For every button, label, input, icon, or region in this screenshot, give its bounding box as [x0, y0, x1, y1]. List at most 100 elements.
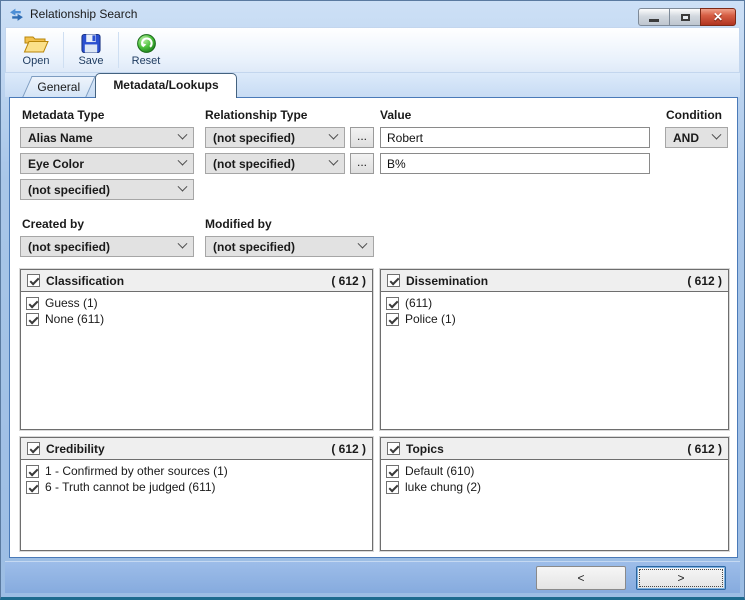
dissemination-panel: Dissemination ( 612 ) (611) Police (1) — [380, 269, 729, 430]
tab-strip: General Metadata/Lookups — [5, 73, 740, 98]
item-checkbox[interactable] — [386, 464, 399, 478]
open-button[interactable]: Open — [12, 29, 60, 71]
item-label: None (611) — [45, 312, 105, 326]
credibility-panel-header: Credibility ( 612 ) — [21, 438, 372, 460]
item-label: 1 - Confirmed by other sources (1) — [45, 464, 228, 478]
dissemination-panel-header: Dissemination ( 612 ) — [381, 270, 728, 292]
classification-select-all-checkbox[interactable] — [27, 274, 40, 287]
relationship-browse-button-1[interactable]: ... — [350, 127, 374, 148]
open-folder-icon — [23, 36, 49, 52]
chevron-down-icon — [177, 238, 188, 249]
list-item: luke chung (2) — [383, 479, 726, 495]
titlebar[interactable]: Relationship Search ✕ — [1, 1, 744, 27]
item-checkbox[interactable] — [26, 464, 39, 478]
metadata-type-select-2-value: Eye Color — [28, 156, 85, 171]
credibility-panel: Credibility ( 612 ) 1 - Confirmed by oth… — [20, 437, 373, 551]
item-checkbox[interactable] — [26, 480, 39, 494]
save-button[interactable]: Save — [67, 29, 115, 71]
classification-panel-header: Classification ( 612 ) — [21, 270, 372, 292]
relationship-browse-button-2[interactable]: ... — [350, 153, 374, 174]
item-checkbox[interactable] — [26, 312, 39, 326]
dissemination-panel-title: Dissemination — [406, 273, 489, 288]
metadata-type-select-1-value: Alias Name — [28, 130, 93, 145]
metadata-type-select-2[interactable]: Eye Color — [20, 153, 194, 174]
chevron-down-icon — [357, 238, 368, 249]
toolbar: Open Save Reset — [5, 27, 740, 73]
tab-general[interactable]: General — [22, 76, 96, 97]
modified-by-label: Modified by — [205, 217, 272, 231]
reset-button[interactable]: Reset — [122, 29, 170, 71]
credibility-panel-count: ( 612 ) — [331, 441, 366, 456]
credibility-panel-list: 1 - Confirmed by other sources (1) 6 - T… — [21, 460, 372, 498]
chevron-down-icon — [177, 155, 188, 166]
dissemination-panel-count: ( 612 ) — [687, 273, 722, 288]
topics-panel-count: ( 612 ) — [687, 441, 722, 456]
topics-panel-title: Topics — [406, 441, 444, 456]
value-input-1[interactable] — [380, 127, 650, 148]
save-floppy-icon — [81, 33, 101, 54]
created-by-label: Created by — [22, 217, 85, 231]
credibility-select-all-checkbox[interactable] — [27, 442, 40, 455]
item-checkbox[interactable] — [26, 296, 39, 310]
condition-label: Condition — [666, 108, 722, 122]
relationship-type-label: Relationship Type — [205, 108, 308, 122]
metadata-type-select-3[interactable]: (not specified) — [20, 179, 194, 200]
item-label: 6 - Truth cannot be judged (611) — [45, 480, 216, 494]
classification-panel-title: Classification — [46, 273, 125, 288]
item-label: Default (610) — [405, 464, 475, 478]
minimize-icon — [649, 19, 659, 22]
created-by-select-value: (not specified) — [28, 239, 111, 254]
dissemination-select-all-checkbox[interactable] — [387, 274, 400, 287]
relationship-icon — [10, 8, 23, 21]
metadata-type-select-3-value: (not specified) — [28, 182, 111, 197]
item-label: luke chung (2) — [405, 480, 482, 494]
classification-panel: Classification ( 612 ) Guess (1) None (6… — [20, 269, 373, 430]
close-button[interactable]: ✕ — [700, 8, 736, 26]
maximize-button[interactable] — [669, 8, 701, 26]
relationship-type-select-1[interactable]: (not specified) — [205, 127, 345, 148]
topics-panel-header: Topics ( 612 ) — [381, 438, 728, 460]
created-by-select[interactable]: (not specified) — [20, 236, 194, 257]
item-label: Guess (1) — [45, 296, 98, 310]
item-checkbox[interactable] — [386, 480, 399, 494]
list-item: 1 - Confirmed by other sources (1) — [23, 463, 370, 479]
footer-bar: < > — [5, 561, 740, 593]
chevron-down-icon — [328, 155, 339, 166]
metadata-type-select-1[interactable]: Alias Name — [20, 127, 194, 148]
list-item: Guess (1) — [23, 295, 370, 311]
list-item: Police (1) — [383, 311, 726, 327]
modified-by-select[interactable]: (not specified) — [205, 236, 374, 257]
value-label: Value — [380, 108, 412, 122]
condition-select[interactable]: AND — [665, 127, 728, 148]
window-controls: ✕ — [638, 8, 736, 26]
modified-by-select-value: (not specified) — [213, 239, 296, 254]
close-icon: ✕ — [712, 10, 724, 24]
window-title: Relationship Search — [30, 7, 138, 21]
topics-panel: Topics ( 612 ) Default (610) luke chung … — [380, 437, 729, 551]
open-button-label: Open — [22, 54, 50, 67]
minimize-button[interactable] — [638, 8, 670, 26]
condition-select-value: AND — [673, 130, 699, 145]
topics-panel-list: Default (610) luke chung (2) — [381, 460, 728, 498]
list-item: None (611) — [23, 311, 370, 327]
chevron-down-icon — [177, 181, 188, 192]
item-label: (611) — [405, 296, 433, 310]
toolbar-separator — [118, 32, 119, 68]
item-label: Police (1) — [405, 312, 456, 326]
next-button[interactable]: > — [636, 565, 726, 590]
save-button-label: Save — [78, 55, 104, 67]
previous-button[interactable]: < — [536, 565, 626, 590]
relationship-type-select-1-value: (not specified) — [213, 130, 296, 145]
item-checkbox[interactable] — [386, 296, 399, 310]
value-input-2[interactable] — [380, 153, 650, 174]
relationship-type-select-2[interactable]: (not specified) — [205, 153, 345, 174]
list-item: (611) — [383, 295, 726, 311]
chevron-down-icon — [177, 129, 188, 140]
classification-panel-count: ( 612 ) — [331, 273, 366, 288]
tab-metadata-lookups[interactable]: Metadata/Lookups — [95, 73, 237, 98]
list-item: 6 - Truth cannot be judged (611) — [23, 479, 370, 495]
item-checkbox[interactable] — [386, 312, 399, 326]
reset-button-label: Reset — [131, 55, 161, 67]
reset-icon — [136, 34, 156, 53]
topics-select-all-checkbox[interactable] — [387, 442, 400, 455]
